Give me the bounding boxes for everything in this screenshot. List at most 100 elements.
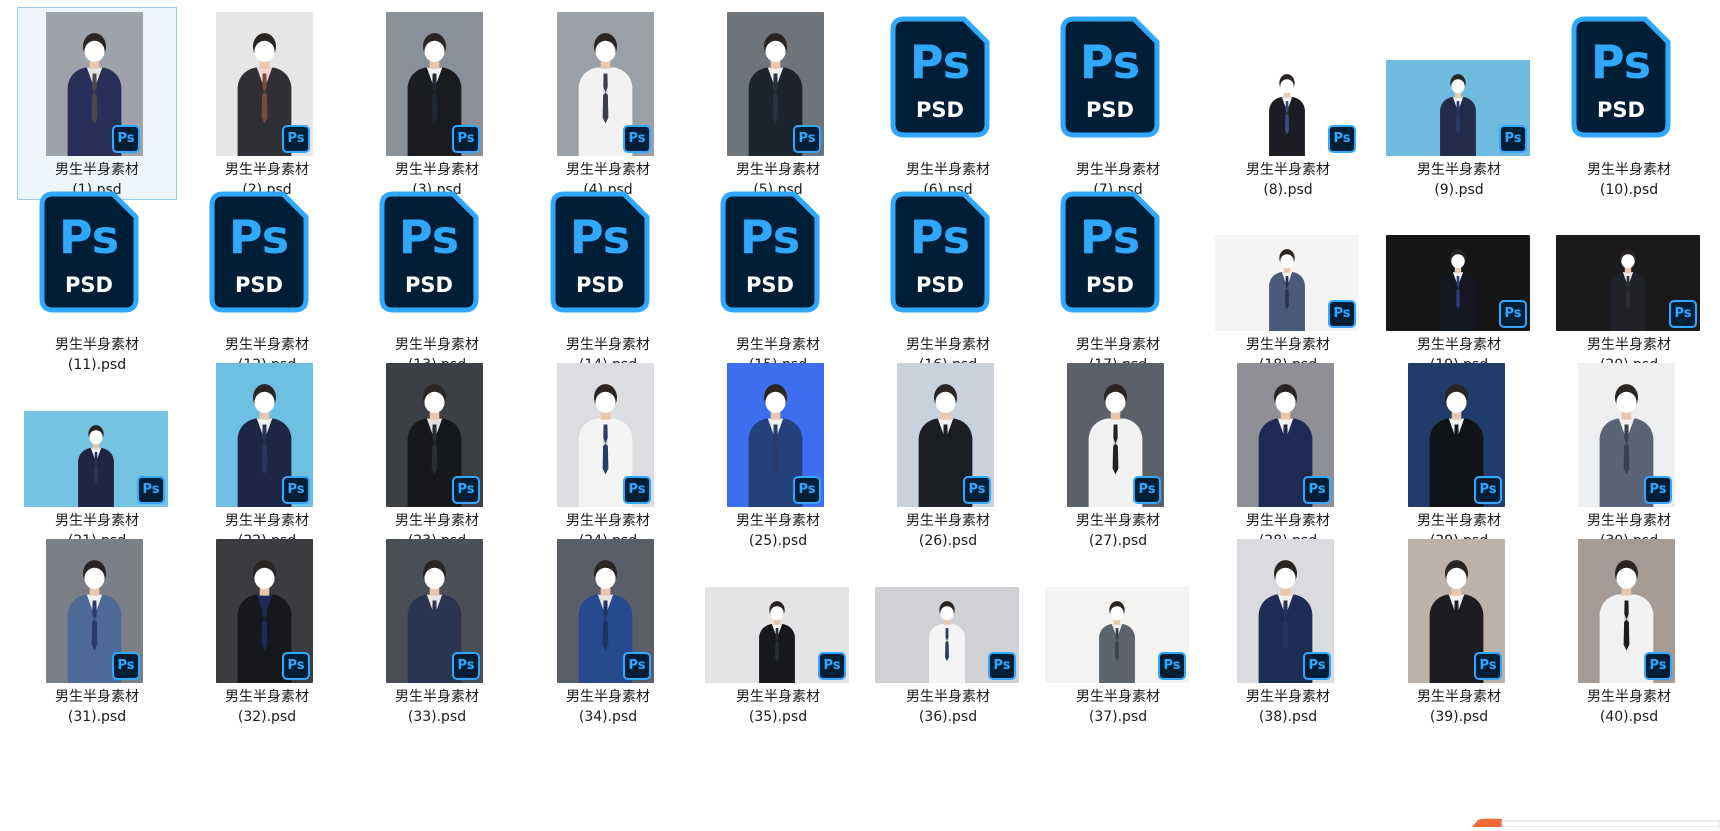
file-name-suffix: (32).psd xyxy=(237,709,297,725)
file-item[interactable]: Ps 男生半身素材 (3).psd xyxy=(357,7,517,200)
file-item[interactable]: Ps男生半身素材(30).psd xyxy=(1549,358,1709,551)
file-item[interactable]: Ps PSD 男生半身素材 (10).psd xyxy=(1549,7,1709,200)
file-thumbnail: Ps xyxy=(358,8,516,158)
file-item[interactable]: Ps男生半身素材(24).psd xyxy=(528,358,688,551)
psd-file-icon: Ps PSD xyxy=(1060,191,1160,313)
ps-badge-icon: Ps xyxy=(452,125,480,153)
file-name-label: 男生半身素材 (37).psd xyxy=(1039,687,1197,727)
svg-text:PSD: PSD xyxy=(1086,98,1134,122)
file-item[interactable]: Ps男生半身素材(19).psd xyxy=(1379,182,1539,375)
file-item[interactable]: Ps 男生半身素材 (4).psd xyxy=(528,7,688,200)
file-item[interactable]: Ps 男生半身素材 (36).psd xyxy=(868,534,1028,727)
file-name-base: 男生半身素材 xyxy=(55,162,139,178)
file-item[interactable]: Ps PSD 男生半身素材(12).psd xyxy=(187,182,347,375)
file-name-base: 男生半身素材 xyxy=(225,689,309,705)
file-thumbnail: Ps xyxy=(18,8,176,158)
file-item[interactable]: Ps PSD 男生半身素材(17).psd xyxy=(1038,182,1198,375)
file-item[interactable]: Ps 男生半身素材 (31).psd xyxy=(17,534,177,727)
ps-badge-icon: Ps xyxy=(112,125,140,153)
file-item[interactable]: Ps PSD 男生半身素材 (11).psd xyxy=(17,182,177,375)
psd-file-icon: Ps PSD xyxy=(720,191,820,313)
file-item[interactable]: Ps男生半身素材(28).psd xyxy=(1208,358,1368,551)
file-name-base: 男生半身素材 xyxy=(736,689,820,705)
photo-thumbnail: Ps xyxy=(1067,363,1164,507)
ps-badge-icon: Ps xyxy=(793,125,821,153)
file-name-base: 男生半身素材 xyxy=(1587,689,1671,705)
file-item[interactable]: Ps 男生半身素材 (27).psd xyxy=(1038,358,1198,551)
file-item[interactable]: Ps PSD 男生半身素材(15).psd xyxy=(698,182,858,375)
ps-badge-icon: Ps xyxy=(282,125,310,153)
file-name-label: 男生半身素材 (38).psd xyxy=(1209,687,1367,727)
file-item[interactable]: Ps PSD 男生半身素材 (6).psd xyxy=(868,7,1028,200)
file-item[interactable]: Ps 男生半身素材 (40).psd xyxy=(1549,534,1709,727)
file-item[interactable]: Ps 男生半身素材 (38).psd xyxy=(1208,534,1368,727)
psd-file-icon: Ps PSD xyxy=(379,191,479,313)
file-name-base: 男生半身素材 xyxy=(225,162,309,178)
file-name-suffix: (36).psd xyxy=(918,709,978,725)
file-name-base: 男生半身素材 xyxy=(55,337,139,353)
file-item[interactable]: Ps 男生半身素材 (1).psd xyxy=(17,7,177,200)
file-name-base: 男生半身素材 xyxy=(395,162,479,178)
file-item[interactable]: Ps男生半身素材(29).psd xyxy=(1379,358,1539,551)
photo-thumbnail: Ps xyxy=(1408,539,1505,683)
file-item[interactable]: Ps男生半身素材(18).psd xyxy=(1208,182,1368,375)
file-item[interactable]: Ps 男生半身素材 (26).psd xyxy=(868,358,1028,551)
psd-file-icon: Ps PSD xyxy=(209,191,309,313)
file-thumbnail: Ps xyxy=(1380,359,1538,509)
ps-badge-icon: Ps xyxy=(1133,476,1161,504)
svg-text:Ps: Ps xyxy=(229,210,289,264)
ps-badge-icon: Ps xyxy=(818,652,846,680)
file-item[interactable]: Ps 男生半身素材 (34).psd xyxy=(528,534,688,727)
file-item[interactable]: Ps 男生半身素材 (25).psd xyxy=(698,358,858,551)
file-item[interactable]: Ps男生半身素材(20).psd xyxy=(1549,182,1709,375)
file-thumbnail: Ps PSD xyxy=(18,183,176,333)
file-name-base: 男生半身素材 xyxy=(1246,513,1330,529)
ps-badge-icon: Ps xyxy=(1303,652,1331,680)
file-item[interactable]: Ps PSD 男生半身素材 (7).psd xyxy=(1038,7,1198,200)
ps-badge-icon: Ps xyxy=(1499,300,1527,328)
file-item[interactable]: Ps男生半身素材(21).psd xyxy=(17,358,177,551)
file-item[interactable]: Ps 男生半身素材 (37).psd xyxy=(1038,534,1198,727)
file-thumbnail: Ps PSD xyxy=(1550,8,1708,158)
ps-badge-icon: Ps xyxy=(623,125,651,153)
photo-thumbnail: Ps xyxy=(386,363,483,507)
ps-badge-icon: Ps xyxy=(1158,652,1186,680)
file-name-base: 男生半身素材 xyxy=(1587,162,1671,178)
photo-thumbnail: Ps xyxy=(46,12,143,156)
psd-file-icon: Ps PSD xyxy=(1060,16,1160,138)
file-item[interactable]: Ps 男生半身素材 (9).psd xyxy=(1379,7,1539,200)
svg-text:Ps: Ps xyxy=(910,210,970,264)
file-item[interactable]: Ps 男生半身素材 (8).psd xyxy=(1208,7,1368,200)
file-item[interactable]: Ps 男生半身素材 (32).psd xyxy=(187,534,347,727)
psd-file-icon: Ps PSD xyxy=(209,191,309,317)
file-name-base: 男生半身素材 xyxy=(1076,689,1160,705)
ps-badge-icon: Ps xyxy=(137,476,165,504)
file-item[interactable]: Ps 男生半身素材 (35).psd xyxy=(698,534,858,727)
photo-thumbnail: Ps xyxy=(216,12,313,156)
file-item[interactable]: Ps PSD 男生半身素材(14).psd xyxy=(528,182,688,375)
file-name-label: 男生半身素材 (34).psd xyxy=(529,687,687,727)
file-item[interactable]: Ps PSD 男生半身素材(13).psd xyxy=(357,182,517,375)
file-thumbnail: Ps xyxy=(1380,183,1538,333)
file-item[interactable]: Ps PSD 男生半身素材(16).psd xyxy=(868,182,1028,375)
photo-thumbnail: Ps xyxy=(727,12,824,156)
psd-file-icon: Ps PSD xyxy=(39,191,139,317)
file-item[interactable]: Ps男生半身素材(23).psd xyxy=(357,358,517,551)
file-item[interactable]: Ps 男生半身素材 (2).psd xyxy=(187,7,347,200)
psd-file-icon: Ps PSD xyxy=(550,191,650,313)
ps-badge-icon: Ps xyxy=(452,476,480,504)
file-name-base: 男生半身素材 xyxy=(225,513,309,529)
file-item[interactable]: Ps 男生半身素材 (5).psd xyxy=(698,7,858,200)
file-thumbnail: Ps xyxy=(358,535,516,685)
svg-text:PSD: PSD xyxy=(916,273,964,297)
file-thumbnail: Ps PSD xyxy=(529,183,687,333)
file-item[interactable]: Ps 男生半身素材 (33).psd xyxy=(357,534,517,727)
ps-badge-icon: Ps xyxy=(988,652,1016,680)
file-name-base: 男生半身素材 xyxy=(566,337,650,353)
file-item[interactable]: Ps 男生半身素材 (39).psd xyxy=(1379,534,1539,727)
psd-file-icon: Ps PSD xyxy=(1060,16,1160,142)
psd-file-icon: Ps PSD xyxy=(720,191,820,317)
file-thumbnail: Ps xyxy=(529,359,687,509)
file-item[interactable]: Ps男生半身素材(22).psd xyxy=(187,358,347,551)
photo-thumbnail: Ps xyxy=(1215,235,1359,331)
